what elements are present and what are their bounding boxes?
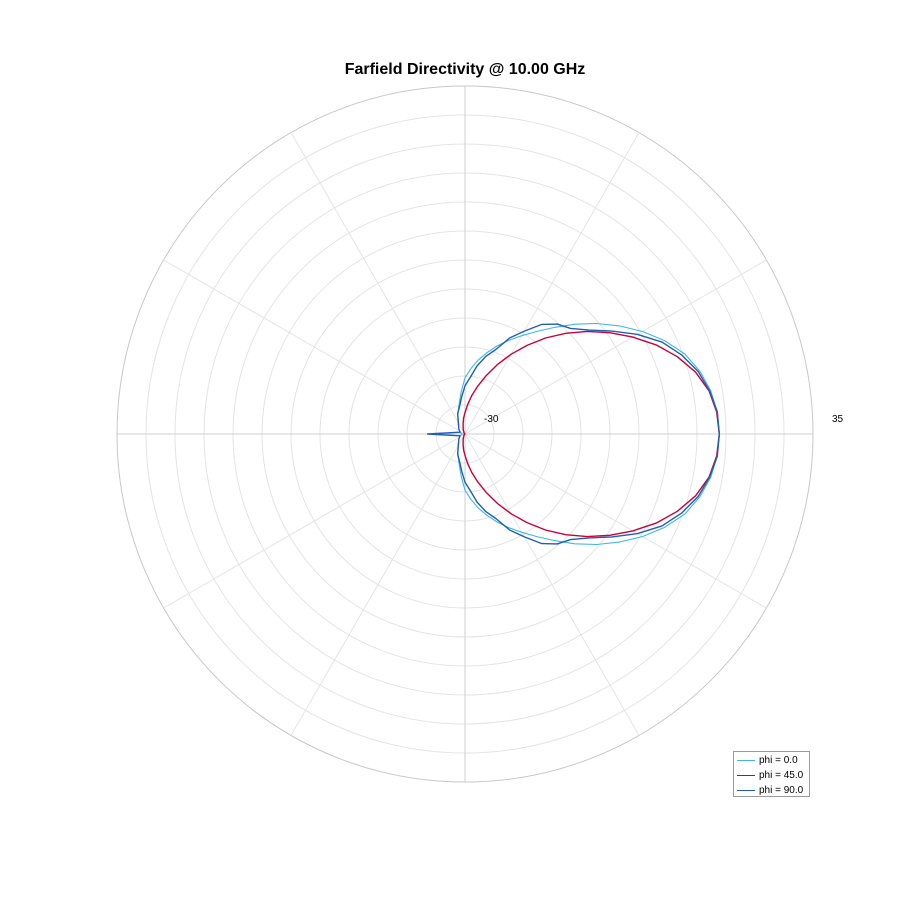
legend-label: phi = 90.0: [759, 785, 804, 796]
legend-item: phi = 90.0: [734, 783, 809, 798]
legend-swatch-phi-45: [737, 775, 755, 776]
grid-spoke: [464, 259, 767, 435]
legend-swatch-phi-0: [737, 760, 755, 761]
legend-item: phi = 45.0: [734, 768, 809, 783]
grid-spoke: [464, 433, 767, 609]
radial-tick-max: 35: [832, 414, 844, 425]
legend-swatch-phi-90: [737, 790, 755, 791]
grid-spoke: [163, 259, 466, 435]
grid-spoke: [464, 132, 640, 435]
legend: phi = 0.0 phi = 45.0 phi = 90.0: [733, 751, 810, 797]
legend-item: phi = 0.0: [734, 753, 809, 768]
grid-spoke: [290, 433, 466, 736]
radial-tick-min: -30: [484, 414, 499, 425]
grid-spoke: [290, 132, 466, 435]
grid-spoke: [163, 433, 466, 609]
legend-label: phi = 45.0: [759, 770, 804, 781]
grid-spoke: [464, 433, 640, 736]
legend-label: phi = 0.0: [759, 755, 798, 766]
